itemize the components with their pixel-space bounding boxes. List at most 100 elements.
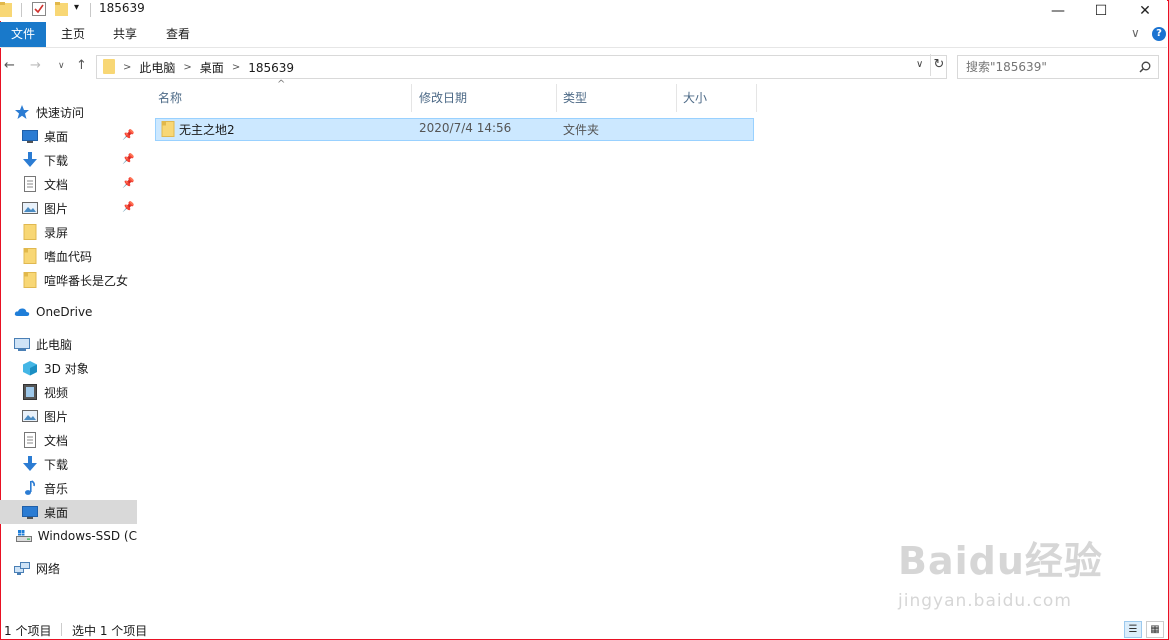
- sidebar-item-label: 下载: [44, 153, 69, 168]
- file-type: 文件夹: [563, 123, 600, 137]
- sidebar-item-drive-c[interactable]: Windows-SSD (C: [0, 524, 137, 548]
- document-icon: [24, 432, 36, 448]
- minimize-button[interactable]: —: [1035, 0, 1081, 21]
- column-header-modified[interactable]: 修改日期: [413, 84, 557, 112]
- large-icons-view-icon[interactable]: ▦: [1146, 621, 1164, 638]
- chevron-down-icon[interactable]: ∨: [1131, 26, 1140, 40]
- properties-icon[interactable]: [32, 2, 46, 16]
- sidebar-item-videos[interactable]: 视频: [0, 380, 137, 404]
- sidebar-item-download[interactable]: 下载 📌: [0, 148, 137, 172]
- title-bar: ▾ 185639 — ☐ ✕: [0, 0, 1167, 21]
- tab-file[interactable]: 文件: [0, 22, 46, 47]
- sidebar-item-label: 快速访问: [36, 105, 85, 120]
- tab-view[interactable]: 查看: [157, 22, 199, 47]
- sidebar-item-folder[interactable]: 嗜血代码: [0, 244, 137, 268]
- sidebar-item-label: 喧哗番长是乙女: [44, 273, 129, 288]
- breadcrumb-current-folder[interactable]: 185639: [248, 61, 294, 75]
- 3d-objects-icon: [23, 361, 37, 376]
- sidebar-item-label: 下载: [44, 457, 69, 472]
- toolbar-separator: [21, 3, 22, 17]
- file-name[interactable]: 无主之地2: [179, 121, 235, 138]
- network-icon: [14, 562, 30, 575]
- cloud-icon: [14, 308, 30, 316]
- tab-share[interactable]: 共享: [104, 22, 146, 47]
- search-box[interactable]: [957, 55, 1159, 79]
- recent-locations-icon[interactable]: ∨: [58, 61, 65, 71]
- up-arrow-icon[interactable]: ↑: [76, 58, 87, 73]
- sidebar-item-label: OneDrive: [36, 305, 93, 319]
- sidebar-item-network[interactable]: 网络: [14, 556, 151, 580]
- sidebar-item-pictures[interactable]: 图片: [0, 404, 137, 428]
- pin-icon[interactable]: 📌: [122, 154, 134, 165]
- sidebar-item-download[interactable]: 下载: [0, 452, 137, 476]
- video-icon: [23, 384, 37, 400]
- sidebar-item-label: 录屏: [44, 225, 69, 240]
- breadcrumb-separator[interactable]: >: [183, 62, 191, 73]
- file-modified-date: 2020/7/4 14:56: [419, 121, 512, 135]
- item-count: 1 个项目: [4, 624, 52, 638]
- sidebar-item-folder[interactable]: 录屏: [0, 220, 137, 244]
- desktop-icon: [22, 506, 38, 519]
- sidebar-item-desktop[interactable]: 桌面: [0, 500, 137, 524]
- breadcrumb-this-pc[interactable]: 此电脑: [139, 59, 175, 76]
- sidebar-item-label: Windows-SSD (C: [37, 529, 137, 543]
- sidebar-item-label: 桌面: [44, 505, 69, 520]
- sidebar-item-label: 图片: [44, 409, 69, 424]
- pin-icon[interactable]: 📌: [122, 178, 134, 189]
- close-button[interactable]: ✕: [1122, 0, 1168, 21]
- folder-icon: [23, 248, 37, 264]
- column-header-name[interactable]: 名称: [152, 84, 412, 112]
- sidebar-item-folder[interactable]: 喧哗番长是乙女: [0, 268, 137, 292]
- search-icon[interactable]: [1139, 61, 1151, 73]
- sidebar-item-documents[interactable]: 文档 📌: [0, 172, 137, 196]
- help-icon[interactable]: ?: [1152, 27, 1166, 41]
- column-header-size[interactable]: 大小: [677, 84, 757, 112]
- breadcrumb-desktop[interactable]: 桌面: [200, 59, 224, 76]
- pin-icon[interactable]: 📌: [122, 130, 134, 141]
- picture-icon: [22, 202, 38, 214]
- sidebar-item-3d-objects[interactable]: 3D 对象: [0, 356, 137, 380]
- column-header-type[interactable]: 类型: [557, 84, 677, 112]
- sidebar-item-quick-access[interactable]: 快速访问: [14, 100, 151, 124]
- baidu-watermark: Baidu经验 jingyan.baidu.com: [898, 530, 1103, 611]
- sidebar-item-pictures[interactable]: 图片 📌: [0, 196, 137, 220]
- sidebar-item-label: 网络: [36, 561, 61, 576]
- new-folder-icon[interactable]: [55, 2, 68, 17]
- ribbon-tabs: 文件 主页 共享 查看 ∨ ?: [0, 22, 1167, 48]
- customize-quick-access-icon[interactable]: ▾: [74, 2, 79, 13]
- breadcrumb-separator[interactable]: >: [232, 62, 240, 73]
- sidebar-item-desktop[interactable]: 桌面 📌: [0, 124, 137, 148]
- status-bar: 1 个项目 选中 1 个项目 ☰ ▦: [0, 620, 1167, 638]
- table-row[interactable]: 无主之地2 2020/7/4 14:56 文件夹: [155, 118, 754, 141]
- sidebar-item-onedrive[interactable]: OneDrive: [14, 300, 151, 324]
- tab-home[interactable]: 主页: [52, 22, 94, 47]
- pin-icon[interactable]: 📌: [122, 202, 134, 213]
- sidebar-item-label: 图片: [44, 201, 69, 216]
- refresh-icon[interactable]: ↻: [930, 54, 947, 76]
- selection-count: 选中 1 个项目: [72, 624, 148, 638]
- watermark-logo: Baidu经验: [898, 539, 1103, 583]
- picture-icon: [22, 410, 38, 422]
- breadcrumb: > 此电脑 > 桌面 > 185639: [123, 59, 294, 76]
- search-input[interactable]: [964, 59, 1128, 75]
- maximize-button[interactable]: ☐: [1078, 0, 1124, 21]
- sidebar-item-documents[interactable]: 文档: [0, 428, 137, 452]
- address-dropdown-icon[interactable]: ∨: [916, 59, 923, 70]
- watermark-url: jingyan.baidu.com: [898, 591, 1072, 611]
- sidebar-item-label: 嗜血代码: [44, 249, 93, 264]
- document-icon: [24, 176, 36, 192]
- navigation-pane: 快速访问 桌面 📌 下载 📌 文档 📌 图片 📌 录屏 嗜血代码 喧哗番长是乙女…: [0, 90, 140, 618]
- folder-icon[interactable]: [0, 2, 12, 17]
- sidebar-item-label: 此电脑: [36, 337, 73, 352]
- sidebar-item-music[interactable]: 音乐: [0, 476, 137, 500]
- navigation-bar: ← → ∨ ↑ > 此电脑 > 桌面 > 185639 ∨ ↻: [0, 52, 1167, 82]
- sidebar-item-label: 文档: [44, 433, 69, 448]
- forward-arrow-icon[interactable]: →: [30, 58, 41, 73]
- details-view-icon[interactable]: ☰: [1124, 621, 1142, 638]
- music-icon: [25, 480, 36, 495]
- drive-icon: [15, 530, 32, 542]
- back-arrow-icon[interactable]: ←: [4, 58, 15, 73]
- address-bar[interactable]: > 此电脑 > 桌面 > 185639 ∨: [96, 55, 947, 79]
- download-icon: [23, 152, 37, 167]
- sidebar-item-this-pc[interactable]: 此电脑: [14, 332, 151, 356]
